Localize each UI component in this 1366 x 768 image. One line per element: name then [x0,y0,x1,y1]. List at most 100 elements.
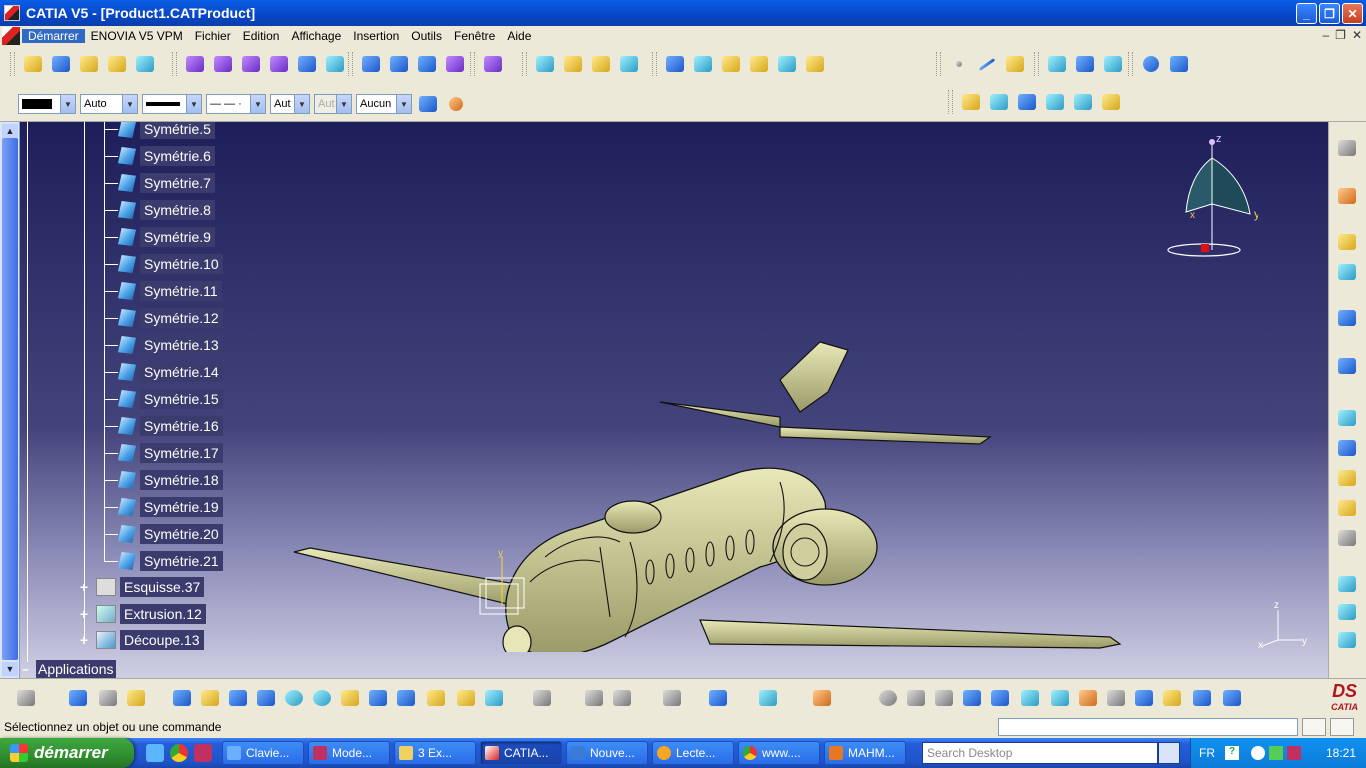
task-clavier[interactable]: Clavie... [222,741,304,765]
menu-fichier[interactable]: Fichier [189,29,237,43]
work-on-support-icon[interactable] [1018,686,1042,710]
doc-minimize-button[interactable]: – [1322,28,1329,42]
projection-icon[interactable] [1045,52,1069,76]
zoom-out-icon[interactable] [310,686,334,710]
pattern-icon[interactable] [443,52,467,76]
update-icon[interactable] [14,686,38,710]
surface-analysis-icon[interactable] [1335,628,1359,652]
translate-icon[interactable] [561,52,585,76]
doc-restore-button[interactable]: ❐ [1335,28,1346,42]
close-button[interactable]: ✕ [1342,3,1363,24]
transparency-combo[interactable]: Auto ▼ [80,94,138,114]
tree-applications[interactable]: Applications [36,660,116,678]
rectangle-icon[interactable] [77,52,101,76]
grid-icon[interactable] [1335,436,1359,460]
formula-icon[interactable] [756,686,780,710]
task-explorer[interactable]: 3 Ex... [394,741,476,765]
task-mahm[interactable]: MAHM... [824,741,906,765]
working-plane-icon[interactable] [1048,686,1072,710]
extrapolate-icon[interactable] [747,52,771,76]
onenote-tray-icon[interactable] [1287,746,1301,760]
linetype-combo[interactable]: — — · ▼ [206,94,266,114]
table-icon[interactable] [582,686,606,710]
compass-reset-icon[interactable] [876,686,900,710]
scroll-up-icon[interactable]: ▲ [2,124,18,138]
tree-item-symetrie[interactable]: Symétrie.7 [104,173,215,193]
multi-section-icon[interactable] [1043,90,1067,114]
command-input[interactable] [998,718,1298,736]
construction-icon[interactable] [1076,686,1100,710]
search-icon[interactable] [1158,742,1180,764]
menu-edition[interactable]: Edition [237,29,286,43]
tree-item-symetrie[interactable]: Symétrie.13 [104,335,223,355]
format-painter-icon[interactable] [416,92,440,116]
iso-view-icon[interactable] [394,686,418,710]
axis-system-icon[interactable] [932,686,956,710]
instantiate-icon[interactable] [1335,526,1359,550]
3d-viewport[interactable]: ▲ ▼ Symétrie.5 Symétrie.6 Symétrie.7 Symétr… [0,122,1328,678]
render-icon[interactable] [810,686,834,710]
product-icon[interactable] [1335,136,1359,160]
chrome-icon[interactable] [170,744,188,762]
circle-icon[interactable] [1139,52,1163,76]
catalog-icon[interactable] [1335,466,1359,490]
shell-icon[interactable] [295,52,319,76]
help-icon[interactable]: ? [1225,746,1239,760]
layer-combo[interactable]: Aucun ▼ [356,94,412,114]
surface-icon[interactable] [359,52,383,76]
boolean-icon[interactable] [481,52,505,76]
rotate-icon[interactable] [589,52,613,76]
pan-icon[interactable] [226,686,250,710]
scroll-thumb[interactable] [2,138,18,660]
rotate-view-icon[interactable] [254,686,278,710]
dimension-icon[interactable] [1190,686,1214,710]
revolve-icon[interactable] [211,52,235,76]
hierarchy-icon[interactable] [1132,686,1156,710]
measure-icon[interactable] [66,686,90,710]
transform-icon[interactable] [803,52,827,76]
bottle-icon[interactable] [124,686,148,710]
extract-icon[interactable] [775,52,799,76]
pad-icon[interactable] [183,52,207,76]
grid-toggle-icon[interactable] [988,686,1012,710]
tree-item-symetrie[interactable]: Symétrie.20 [104,524,223,544]
expand-plus-icon[interactable]: + [78,633,90,647]
tray-arrow-icon[interactable] [1251,746,1265,760]
copy-icon[interactable] [610,686,634,710]
tree-item-symetrie[interactable]: Symétrie.9 [104,227,215,247]
catia-app-icon[interactable] [4,5,20,21]
fill-icon[interactable] [1015,90,1039,114]
shading-icon[interactable] [424,686,448,710]
revolution-surface-icon[interactable] [987,90,1011,114]
start-button[interactable]: démarrer [0,738,134,768]
intersection-icon[interactable] [1073,52,1097,76]
tree-item-symetrie[interactable]: Symétrie.15 [104,389,223,409]
text-abc-icon[interactable] [660,686,684,710]
inertia-icon[interactable] [96,686,120,710]
menu-demarrer[interactable]: Démarrer [22,29,85,43]
properties-wizard-icon[interactable] [444,92,468,116]
task-lecteur[interactable]: Lecte... [652,741,734,765]
analysis-icon[interactable] [133,52,157,76]
expand-plus-icon[interactable]: + [78,607,90,621]
loft-icon[interactable] [267,52,291,76]
tree-item-symetrie[interactable]: Symétrie.14 [104,362,223,382]
spline-icon[interactable] [1167,52,1191,76]
thickness-icon[interactable] [415,52,439,76]
multi-view-icon[interactable] [366,686,390,710]
zoom-in-icon[interactable] [282,686,306,710]
sweep-icon[interactable] [239,52,263,76]
offset-icon[interactable] [387,52,411,76]
lineweight-combo[interactable]: ▼ [142,94,202,114]
tree-scrollbar[interactable]: ▲ ▼ [0,122,20,678]
fit-all-icon[interactable] [198,686,222,710]
constraint-icon[interactable] [105,52,129,76]
offset-surface-icon[interactable] [1099,90,1123,114]
geometry-icon[interactable] [1104,686,1128,710]
sketch-analysis-icon[interactable] [1160,686,1184,710]
porcupine-icon[interactable] [1335,600,1359,624]
swap-space-icon[interactable] [482,686,506,710]
ie-icon[interactable] [146,744,164,762]
stack-icon[interactable] [1335,496,1359,520]
tree-item-symetrie[interactable]: Symétrie.12 [104,308,223,328]
